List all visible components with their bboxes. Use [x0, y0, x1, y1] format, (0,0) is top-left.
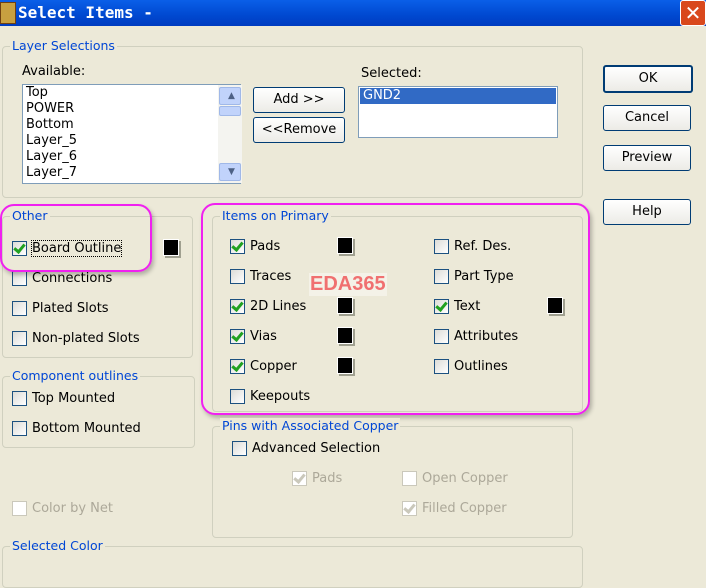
group-label: Pins with Associated Copper [220, 418, 401, 433]
cancel-button[interactable]: Cancel [603, 105, 691, 131]
checkbox-label: Top Mounted [32, 390, 116, 406]
plated-slots-checkbox[interactable]: Plated Slots [12, 300, 109, 316]
color-by-net-checkbox[interactable]: Color by Net [12, 500, 113, 516]
bottom-mounted-checkbox[interactable]: Bottom Mounted [12, 420, 141, 436]
open-copper-checkbox[interactable]: Open Copper [402, 470, 508, 486]
app-icon [0, 2, 16, 24]
checkbox-icon [12, 420, 27, 436]
checkbox-icon [402, 470, 417, 486]
checkbox-label: Plated Slots [32, 300, 109, 316]
scrollbar[interactable]: ▲ ▼ [218, 85, 242, 183]
scroll-up-icon[interactable]: ▲ [219, 87, 241, 105]
add-button[interactable]: Add >> [253, 87, 345, 113]
scroll-thumb[interactable] [219, 106, 241, 116]
selected-color-group: Selected Color [2, 538, 583, 588]
highlight-annotation [0, 204, 152, 272]
remove-button[interactable]: <<Remove [253, 117, 345, 143]
window-title: Select Items - [18, 3, 153, 22]
filled-copper-checkbox[interactable]: Filled Copper [402, 500, 507, 516]
preview-button[interactable]: Preview [603, 145, 691, 171]
checkbox-icon [12, 270, 27, 286]
available-listbox[interactable]: Top POWER Bottom Layer_5 Layer_6 Layer_7… [22, 84, 242, 184]
checkbox-icon [12, 500, 27, 516]
checkbox-label: Pads [312, 470, 343, 486]
list-item[interactable]: Layer_5 [23, 133, 240, 149]
list-item[interactable]: POWER [23, 101, 240, 117]
checkbox-label: Open Copper [422, 470, 508, 486]
checkbox-icon [12, 300, 27, 316]
selected-listbox[interactable]: GND2 [358, 86, 558, 138]
checkbox-checked-icon [292, 470, 307, 486]
group-label: Layer Selections [10, 38, 117, 53]
list-item[interactable]: Top [23, 85, 240, 101]
checkbox-icon [232, 440, 247, 456]
top-mounted-checkbox[interactable]: Top Mounted [12, 390, 115, 406]
group-label: Selected Color [10, 538, 105, 553]
non-plated-slots-checkbox[interactable]: Non-plated Slots [12, 330, 140, 346]
checkbox-label: Color by Net [32, 500, 113, 516]
help-button[interactable]: Help [603, 199, 691, 225]
component-outlines-group: Component outlines [2, 368, 195, 448]
selected-label: Selected: [361, 66, 422, 81]
connections-checkbox[interactable]: Connections [12, 270, 112, 286]
checkbox-label: Bottom Mounted [32, 420, 141, 436]
board-outline-color-swatch[interactable] [163, 239, 179, 256]
close-button[interactable]: ✕ [680, 0, 706, 26]
group-label: Component outlines [10, 368, 141, 383]
checkbox-label: Connections [32, 270, 113, 286]
list-item[interactable]: Layer_6 [23, 149, 240, 165]
list-item[interactable]: Bottom [23, 117, 240, 133]
checkbox-label: Filled Copper [422, 500, 507, 516]
pins-pads-checkbox[interactable]: Pads [292, 470, 342, 486]
ok-button[interactable]: OK [603, 65, 693, 93]
advanced-selection-checkbox[interactable]: Advanced Selection [232, 440, 380, 456]
highlight-annotation [201, 203, 590, 415]
checkbox-checked-icon [402, 500, 417, 516]
checkbox-label: Advanced Selection [252, 440, 381, 456]
checkbox-label: Non-plated Slots [32, 330, 140, 346]
checkbox-icon [12, 390, 27, 406]
available-label: Available: [22, 64, 86, 79]
list-item[interactable]: Layer_7 [23, 165, 240, 181]
checkbox-icon [12, 330, 27, 346]
scroll-down-icon[interactable]: ▼ [219, 163, 241, 181]
list-item[interactable]: GND2 [360, 88, 556, 104]
